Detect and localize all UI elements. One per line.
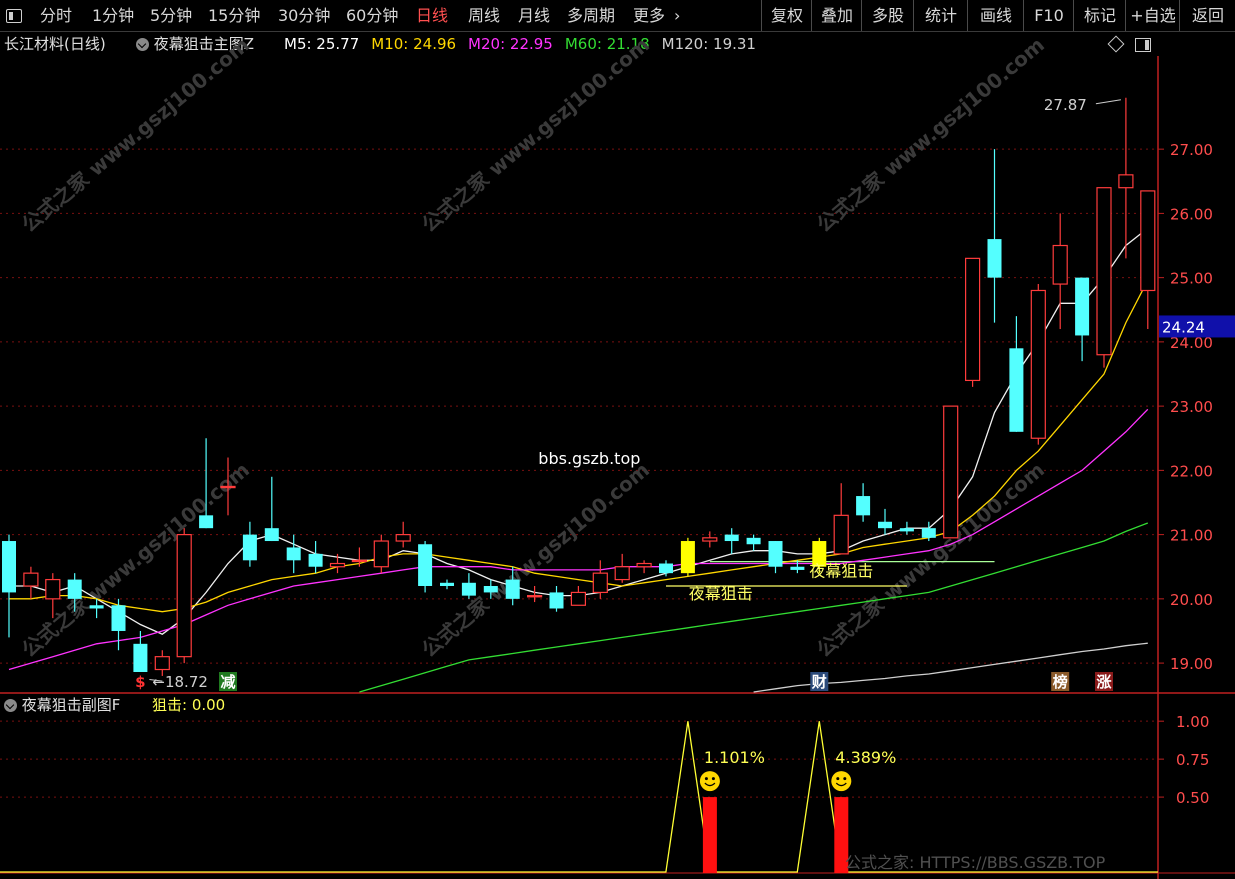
candle-body-up [154,656,170,671]
low-price-label: ←18.72 [152,673,208,691]
annotation-0: 夜幕狙击 [689,584,753,603]
y-tick-label-8: 27.00 [1170,141,1213,159]
candle-body-down [440,582,454,586]
candle-body-up [636,562,652,568]
candle-body-down [199,515,214,529]
y-tick-label-6: 25.00 [1170,270,1213,288]
candle-body-down [264,528,279,542]
candle-body-up [373,540,389,568]
signal-pct-1: 4.389% [835,748,896,767]
candle-body-up [1030,289,1046,439]
candle-body-up [943,405,959,539]
candle-body-down [899,528,914,532]
y-tick-label-0: 19.00 [1170,655,1213,673]
candle-body-down [659,563,673,574]
candle-body-down [133,643,148,676]
sub-y-label-1: 0.75 [1176,751,1209,769]
candle-body-down [111,605,126,631]
candle-body-up [395,534,411,542]
marker-1: 减 [220,673,235,691]
candle-body-down [746,537,761,545]
sub-y-label-2: 1.00 [1176,713,1209,731]
candle-body-up [176,534,192,658]
annotation-1: 夜幕狙击 [809,561,873,580]
candle-body-up [702,537,718,542]
smiley-eye [704,777,708,781]
candle-body-up [964,257,981,382]
smiley-eye [843,777,847,781]
y-tick-label-4: 23.00 [1170,398,1213,416]
candle-body-up [1140,190,1156,292]
candle-body-up [1118,174,1134,189]
candle-body-up [592,572,608,594]
sub-y-label-0: 0.50 [1176,789,1209,807]
smiley-eye [836,777,840,781]
candle-body-down [418,544,433,586]
candle-body-up [1052,244,1068,285]
candle-body-up [614,566,630,581]
candle-body-down [856,496,871,516]
y-tick-label-1: 20.00 [1170,591,1213,609]
candle-body-up [23,572,39,587]
high-price-label: 27.87 [1044,96,1087,114]
current-price-label: 24.24 [1162,318,1205,336]
annotation-2: bbs.gszb.top [538,449,640,468]
candle-body-down [286,547,301,561]
candle-body-up [1096,187,1112,356]
candle-body-up [351,559,367,563]
candle-body-down [768,541,783,567]
watermark-4: 公式之家 www.gszj100.com [417,457,654,661]
candle-body-down [987,239,1002,278]
candle-body-down [680,541,695,574]
candle-body-down [878,521,892,529]
candle-body-down [790,566,805,570]
footer-watermark: 公式之家: HTTPS://BBS.GSZB.TOP [845,853,1106,872]
marker-3: 榜 [1053,673,1068,691]
candle-body-down [549,592,564,609]
candle-body-down [242,534,257,561]
candle-body-down [461,582,476,596]
marker-0: $ [135,673,145,691]
watermark-3: 公式之家 www.gszj100.com [17,457,254,661]
y-tick-label-7: 26.00 [1170,205,1213,223]
kline-chart[interactable]: 19.0020.0021.0022.0023.0024.0025.0026.00… [0,0,1235,879]
candle-body-down [1009,348,1024,432]
candle-body-up [329,562,346,568]
y-tick-label-3: 22.00 [1170,462,1213,480]
watermark-0: 公式之家 www.gszj100.com [17,32,254,236]
signal-pct-0: 1.101% [704,748,765,767]
smiley-eye [711,777,715,781]
candle-body-down [483,586,498,593]
candle-body-up [220,485,236,489]
watermark-2: 公式之家 www.gszj100.com [812,32,1049,236]
candle-body-down [2,541,16,593]
candle-body-down [67,579,82,599]
candle-body-down [921,528,936,538]
signal-bar-0 [702,797,717,873]
marker-2: 财 [812,673,827,691]
smiley-icon [831,771,852,792]
candle-body-down [89,605,104,609]
candle-body-up [570,591,587,606]
smiley-icon [699,771,720,792]
high-arrow [1095,99,1121,105]
candle-body-up [45,578,61,600]
candle-body-down [505,579,520,599]
watermark-1: 公式之家 www.gszj100.com [417,32,654,236]
marker-4: 涨 [1096,673,1111,691]
candle-body-down [724,534,739,542]
candle-body-up [526,595,543,598]
candle-body-down [1075,277,1090,336]
candle-body-down [308,553,323,567]
candle-body-up [833,514,849,555]
y-tick-label-2: 21.00 [1170,527,1213,545]
watermark-5: 公式之家 www.gszj100.com [812,457,1049,661]
